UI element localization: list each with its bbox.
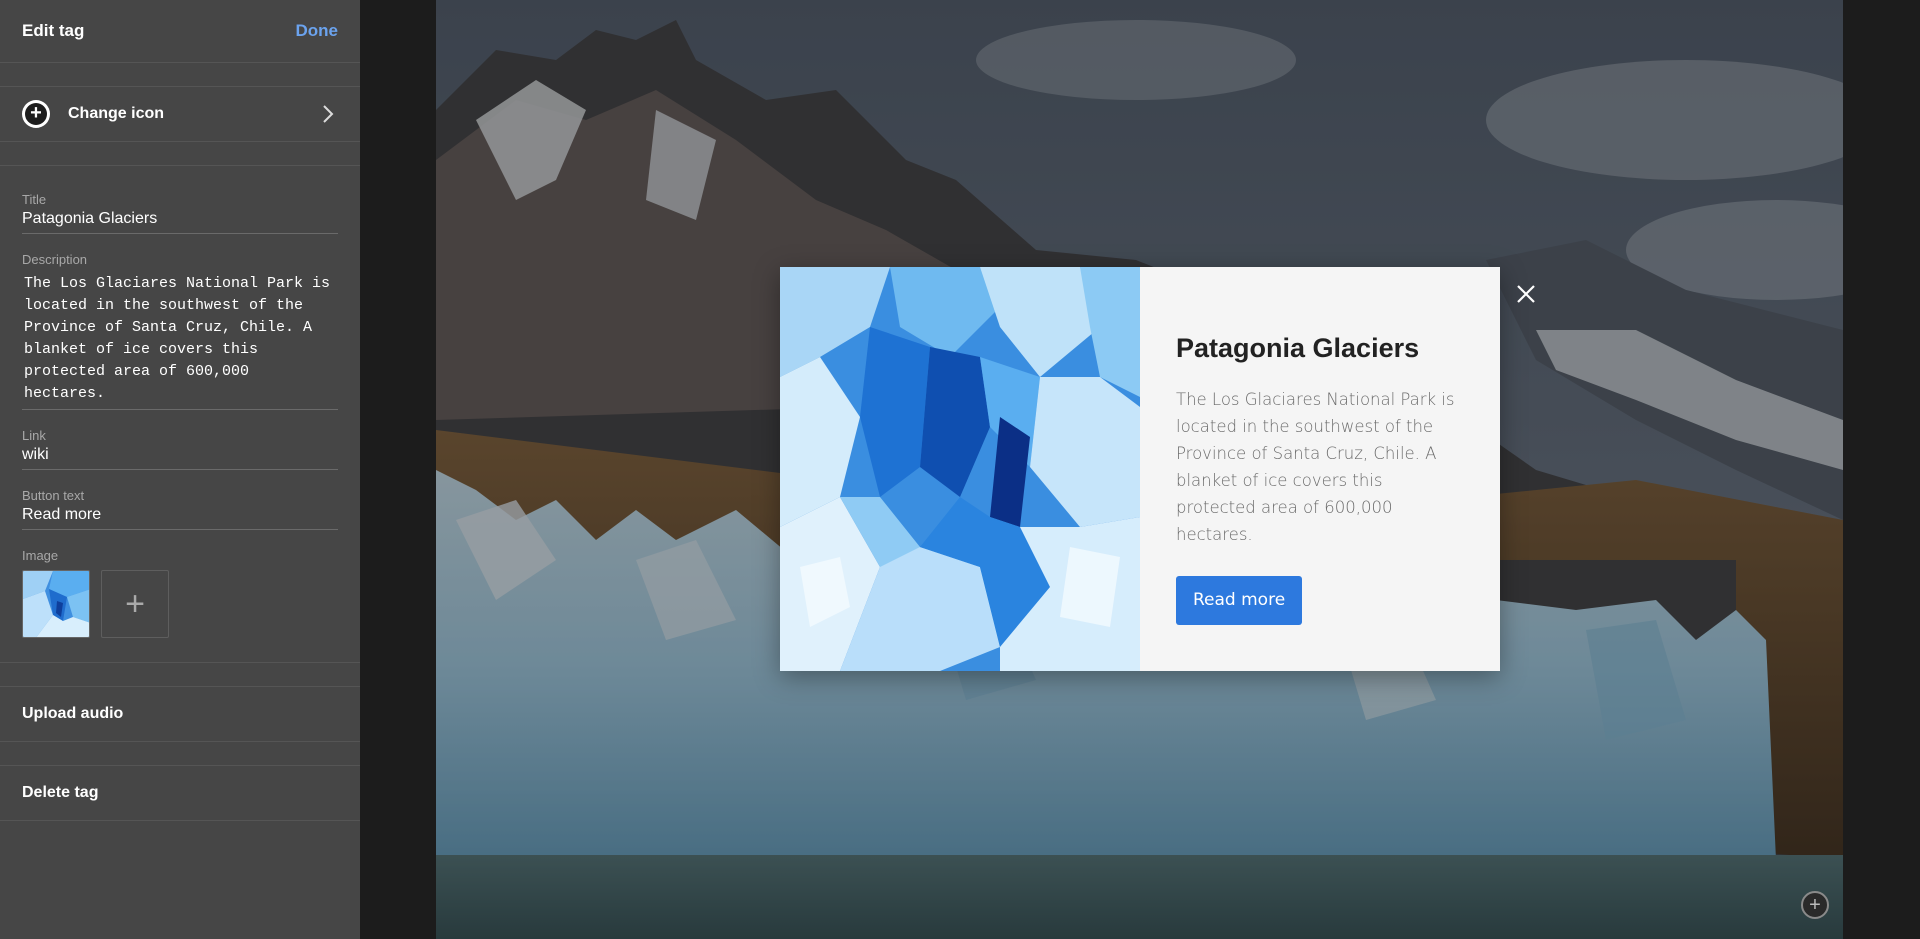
section-spacer: [0, 63, 360, 87]
add-image-button[interactable]: +: [101, 570, 169, 638]
panel-title: Edit tag: [22, 21, 85, 40]
change-icon-label: Change icon: [68, 105, 165, 122]
tag-fields: Title Patagonia Glaciers Description The…: [0, 166, 360, 663]
read-more-button[interactable]: Read more: [1176, 576, 1303, 625]
change-icon-row[interactable]: + Change icon: [0, 87, 360, 142]
delete-tag-row[interactable]: Delete tag: [0, 766, 360, 821]
title-field: Title Patagonia Glaciers: [22, 192, 338, 234]
edit-tag-panel: Edit tag Done + Change icon Title Patago…: [0, 0, 360, 939]
link-field: Link wiki: [22, 428, 338, 470]
description-textarea[interactable]: The Los Glaciares National Park is locat…: [22, 270, 338, 410]
button-text-input[interactable]: Read more: [22, 506, 338, 530]
description-field-label: Description: [22, 252, 88, 267]
upload-audio-label: Upload audio: [22, 705, 124, 722]
add-tag-icon[interactable]: +: [1801, 891, 1829, 919]
section-spacer: [0, 142, 360, 166]
link-input[interactable]: wiki: [22, 446, 338, 470]
upload-audio-row[interactable]: Upload audio: [0, 687, 360, 742]
button-text-field: Button text Read more: [22, 488, 338, 530]
image-list: +: [22, 570, 338, 638]
close-icon[interactable]: [1513, 281, 1539, 307]
title-field-label: Title: [22, 192, 47, 207]
link-field-label: Link: [22, 428, 46, 443]
button-text-field-label: Button text: [22, 488, 85, 503]
chevron-right-icon: [318, 104, 338, 124]
image-field: Image +: [22, 548, 338, 638]
done-button[interactable]: Done: [296, 21, 339, 41]
title-input[interactable]: Patagonia Glaciers: [22, 210, 338, 234]
modal-content: Patagonia Glaciers The Los Glaciares Nat…: [1140, 267, 1500, 671]
modal-title: Patagonia Glaciers: [1176, 333, 1420, 363]
section-spacer: [0, 742, 360, 766]
image-thumbnail[interactable]: [22, 570, 90, 638]
image-field-label: Image: [22, 548, 59, 563]
change-icon-left: + Change icon: [22, 100, 164, 128]
modal-glacier-image: [780, 267, 1140, 671]
panel-header: Edit tag Done: [0, 0, 360, 63]
delete-tag-label: Delete tag: [22, 784, 99, 801]
tag-preview-modal: Patagonia Glaciers The Los Glaciares Nat…: [780, 267, 1500, 671]
modal-description: The Los Glaciares National Park is locat…: [1176, 390, 1455, 544]
plus-circle-icon: +: [22, 100, 50, 128]
description-field: Description The Los Glaciares National P…: [22, 252, 338, 410]
section-spacer: [0, 663, 360, 687]
